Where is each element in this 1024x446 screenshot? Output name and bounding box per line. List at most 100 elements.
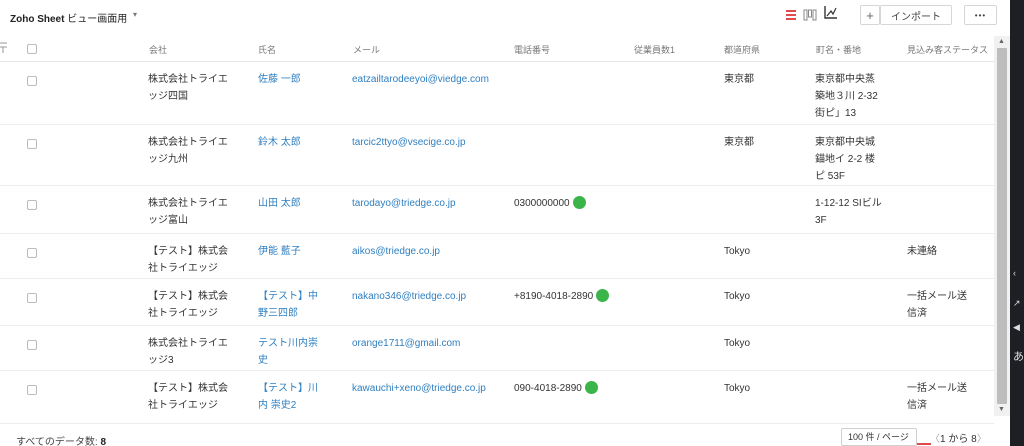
chart-view-icon[interactable]	[822, 5, 837, 19]
pager-text: 1 から 8	[940, 434, 977, 445]
side-panel-edge: ‹ ↗ ◀ あ	[1010, 0, 1024, 446]
ime-indicator[interactable]: あ	[1013, 348, 1024, 364]
cell-email-link[interactable]: nakano346@triedge.co.jp	[352, 288, 466, 305]
cell-status: 未連絡	[907, 243, 937, 260]
name-line: 山田 太郎	[258, 198, 301, 209]
cell-name-link[interactable]: 山田 太郎	[258, 195, 301, 212]
scrollbar-thumb[interactable]	[997, 48, 1007, 404]
add-button[interactable]: +	[860, 5, 880, 25]
cell-email-link[interactable]: tarodayo@triedge.co.jp	[352, 195, 456, 212]
company-line: 【テスト】株式会	[148, 246, 228, 257]
table-row[interactable]: 株式会社トライエ ッジ富山 山田 太郎 tarodayo@triedge.co.jp 0…	[0, 186, 994, 234]
cell-email-link[interactable]: aikos@triedge.co.jp	[352, 243, 440, 260]
column-header-email[interactable]: メール	[353, 43, 380, 56]
cell-email-link[interactable]: kawauchi+xeno@triedge.co.jp	[352, 380, 486, 397]
cell-name-link[interactable]: 【テスト】川内 崇史2	[258, 380, 318, 414]
company-line: 株式会社トライエ	[148, 198, 228, 209]
cell-company: 【テスト】株式会 社トライエッジ	[148, 243, 228, 277]
column-settings-icon[interactable]	[0, 42, 8, 56]
list-view-icon[interactable]	[784, 8, 798, 22]
more-button[interactable]: •••	[964, 5, 997, 25]
name-line: 伊能 藍子	[258, 246, 301, 257]
status-line: 未連絡	[907, 246, 937, 257]
cell-name-link[interactable]: テスト川内崇史	[258, 335, 318, 369]
row-checkbox[interactable]	[27, 76, 37, 86]
table-header: 会社 氏名 メール 電話番号 従業員数1 都道府県 町名・番地 見込み客ステータ…	[0, 36, 994, 62]
column-header-status[interactable]: 見込み客ステータス	[907, 43, 992, 56]
company-line: 社トライエッジ	[148, 400, 218, 411]
cell-address: 1-12-12 SIビル 3F	[815, 195, 882, 229]
phone-icon[interactable]	[596, 288, 610, 302]
address-line: 東京都中央城	[815, 137, 875, 148]
column-header-prefecture[interactable]: 都道府県	[724, 43, 760, 56]
name-line: 【テスト】中	[258, 291, 318, 302]
scroll-down-icon[interactable]: ▼	[998, 406, 1005, 413]
table-row[interactable]: 株式会社トライエ ッジ3 テスト川内崇史 orange1711@gmail.com To…	[0, 326, 994, 371]
row-checkbox[interactable]	[27, 340, 37, 350]
cell-company: 株式会社トライエ ッジ九州	[148, 134, 228, 168]
name-line: 史	[258, 355, 268, 366]
import-button[interactable]: インポート	[880, 5, 952, 25]
company-line: ッジ九州	[148, 154, 188, 165]
cell-name-link[interactable]: 伊能 藍子	[258, 243, 301, 260]
company-line: 株式会社トライエ	[148, 74, 228, 85]
cell-status: 一括メール送 信済	[907, 380, 967, 414]
row-checkbox[interactable]	[27, 248, 37, 258]
row-checkbox[interactable]	[27, 293, 37, 303]
cell-company: 【テスト】株式会 社トライエッジ	[148, 380, 228, 414]
cell-company: 株式会社トライエ ッジ富山	[148, 195, 228, 229]
cell-phone: +8190-4018-2890	[514, 288, 610, 305]
address-line: 錨地イ 2-2 楼	[815, 154, 876, 165]
view-selector[interactable]: Zoho Sheet ビュー画面用	[10, 10, 127, 25]
cell-status: 一括メール送 信済	[907, 288, 967, 322]
cell-prefecture: Tokyo	[724, 383, 751, 394]
toolbar: Zoho Sheet ビュー画面用 ▾ + インポート •••	[0, 0, 1010, 32]
kanban-view-icon[interactable]	[803, 8, 817, 22]
address-line: 1-12-12 SIビル	[815, 198, 882, 209]
arrow-icon[interactable]: ↗	[1013, 298, 1021, 309]
status-line: 信済	[907, 400, 927, 411]
cell-email-link[interactable]: eatzailtarodeeyoi@viedge.com	[352, 71, 489, 88]
cell-email-link[interactable]: tarcic2ttyo@vsecige.co.jp	[352, 134, 466, 151]
column-header-company[interactable]: 会社	[149, 43, 167, 56]
cell-name-link[interactable]: 鈴木 太郎	[258, 134, 301, 151]
phone-number: +8190-4018-2890	[514, 291, 594, 302]
per-page-select[interactable]: 100 件 / ページ ▾	[841, 428, 917, 446]
company-line: 社トライエッジ	[148, 308, 218, 319]
company-line: ッジ富山	[148, 215, 188, 226]
next-page-icon[interactable]: 〉	[977, 434, 987, 445]
name-line: 佐藤 一郎	[258, 74, 301, 85]
column-header-employees[interactable]: 従業員数1	[634, 43, 675, 56]
cell-name-link[interactable]: 佐藤 一郎	[258, 71, 301, 88]
speaker-icon[interactable]: ◀	[1013, 322, 1020, 333]
cell-phone: 090-4018-2890	[514, 380, 598, 397]
scroll-up-icon[interactable]: ▲	[998, 38, 1005, 45]
chevron-left-icon[interactable]: ‹	[1013, 268, 1016, 278]
cell-email-link[interactable]: orange1711@gmail.com	[352, 335, 460, 352]
address-line: ピ 53F	[815, 171, 846, 182]
table-row[interactable]: 株式会社トライエ ッジ四国 佐藤 一郎 eatzailtarodeeyoi@viedg…	[0, 62, 994, 125]
company-line: 株式会社トライエ	[148, 137, 228, 148]
view-title-bold: Zoho Sheet	[10, 14, 65, 25]
cell-company: 株式会社トライエ ッジ3	[148, 335, 228, 369]
phone-icon[interactable]	[572, 195, 586, 209]
row-checkbox[interactable]	[27, 200, 37, 210]
row-checkbox[interactable]	[27, 139, 37, 149]
prev-page-icon[interactable]: 〈	[930, 434, 940, 445]
column-header-name[interactable]: 氏名	[258, 43, 276, 56]
cell-name-link[interactable]: 【テスト】中 野三四郎	[258, 288, 318, 322]
table-row[interactable]: 【テスト】株式会 社トライエッジ 伊能 藍子 aikos@triedge.co.jp T…	[0, 234, 994, 279]
chevron-down-icon[interactable]: ▾	[133, 10, 137, 19]
table-row[interactable]: 【テスト】株式会 社トライエッジ 【テスト】川内 崇史2 kawauchi+xeno@…	[0, 371, 994, 424]
cell-address: 東京都中央城 錨地イ 2-2 楼ピ 53F	[815, 134, 875, 185]
vertical-scrollbar[interactable]: ▲ ▼	[994, 36, 1010, 416]
table-row[interactable]: 【テスト】株式会 社トライエッジ 【テスト】中 野三四郎 nakano346@tried…	[0, 279, 994, 326]
row-checkbox[interactable]	[27, 385, 37, 395]
table-row[interactable]: 株式会社トライエ ッジ九州 鈴木 太郎 tarcic2ttyo@vsecige.co.…	[0, 125, 994, 186]
column-header-phone[interactable]: 電話番号	[514, 43, 550, 56]
select-all-checkbox[interactable]	[27, 44, 37, 54]
company-line: 【テスト】株式会	[148, 291, 228, 302]
phone-icon[interactable]	[584, 380, 598, 394]
column-header-address[interactable]: 町名・番地	[816, 43, 861, 56]
name-line: 内 崇史2	[258, 400, 297, 411]
